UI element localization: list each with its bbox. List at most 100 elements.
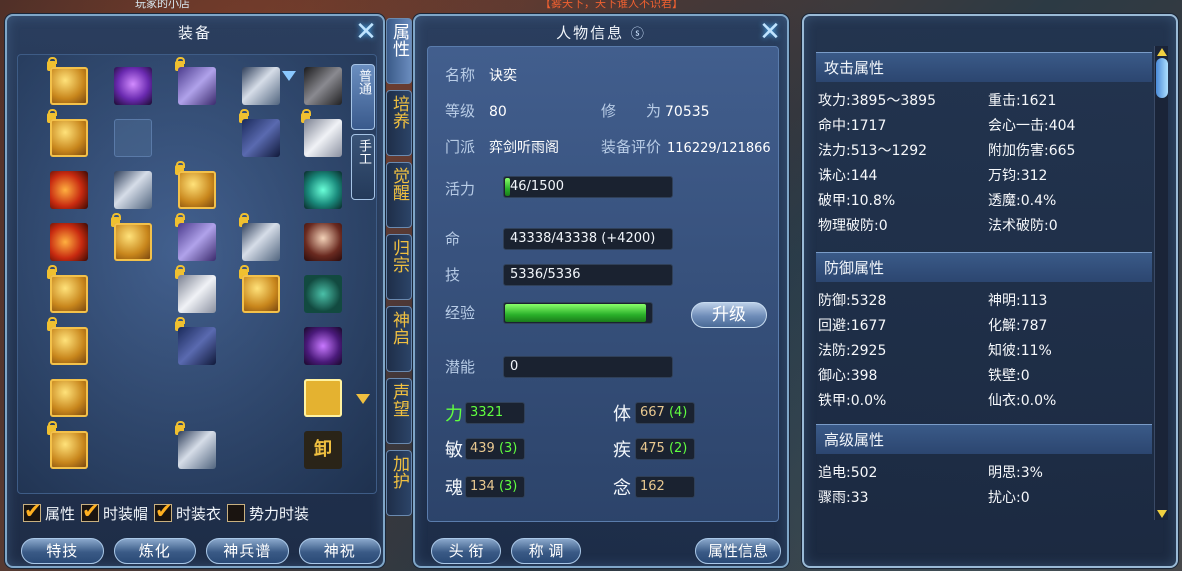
equip-slot[interactable] bbox=[301, 272, 345, 316]
tab-label: 声望 bbox=[389, 383, 409, 417]
equip-slot[interactable] bbox=[301, 64, 345, 108]
tab-reputation[interactable]: 声望 bbox=[386, 378, 412, 444]
equip-slot[interactable] bbox=[175, 213, 219, 264]
equip-slot[interactable] bbox=[239, 109, 283, 160]
strength-label: 力 bbox=[445, 404, 463, 425]
tab-label: 属性 bbox=[389, 23, 409, 57]
attr-item: 破甲:10.8% bbox=[818, 193, 896, 209]
special-skill-button[interactable]: 特技 bbox=[21, 538, 104, 564]
equip-slot-empty[interactable] bbox=[111, 116, 155, 160]
world-message: 【雾天下，天下谁人不识君】 bbox=[540, 0, 683, 10]
attr-item: 会心一击:404 bbox=[988, 118, 1076, 134]
checkbox-fashion-hat[interactable]: 时装帽 bbox=[81, 499, 148, 524]
soul-label: 魂 bbox=[445, 478, 463, 499]
exp-fill bbox=[505, 304, 646, 322]
blessing-button[interactable]: 神祝 bbox=[298, 538, 381, 564]
equip-slot[interactable] bbox=[111, 168, 155, 212]
potential-bar: 0 bbox=[503, 356, 673, 378]
scroll-thumb[interactable] bbox=[1156, 58, 1168, 98]
scroll-down-icon[interactable] bbox=[356, 394, 370, 404]
tab-label: 归宗 bbox=[389, 239, 409, 273]
checkbox-faction-fashion[interactable]: 势力时装 bbox=[227, 503, 309, 524]
skill-label: 技 bbox=[445, 266, 461, 284]
equip-slot[interactable] bbox=[301, 220, 345, 264]
weapon-catalog-button[interactable]: 神兵谱 bbox=[206, 538, 289, 564]
nickname-button[interactable]: 称 调 bbox=[511, 538, 581, 564]
equip-slot[interactable] bbox=[239, 265, 283, 316]
equip-slot[interactable] bbox=[301, 168, 345, 212]
shop-label: 玩家的小店 bbox=[135, 0, 190, 10]
exp-bar bbox=[503, 302, 653, 324]
tab-return-sect[interactable]: 归宗 bbox=[386, 234, 412, 300]
attr-item: 仙衣:0.0% bbox=[988, 393, 1057, 409]
scroll-up-icon[interactable] bbox=[1157, 48, 1167, 56]
checkbox-box[interactable] bbox=[227, 504, 246, 522]
tab-normal[interactable]: 普通 bbox=[351, 64, 375, 130]
title-button[interactable]: 头 衔 bbox=[431, 538, 501, 564]
tab-label: 觉醒 bbox=[389, 167, 409, 201]
unequip-slot[interactable]: 卸 bbox=[301, 428, 345, 472]
tab-cultivate[interactable]: 培养 bbox=[386, 90, 412, 156]
dropdown-arrow-icon[interactable] bbox=[282, 71, 296, 81]
display-options: 属性 时装帽 时装衣 势力时装 bbox=[23, 499, 383, 524]
equip-slot[interactable] bbox=[175, 265, 219, 316]
sect-value: 弈剑听雨阁 bbox=[489, 140, 560, 156]
checkbox-fashion-clothes[interactable]: 时装衣 bbox=[154, 499, 221, 524]
equip-slot[interactable] bbox=[111, 213, 155, 264]
info-close-icon[interactable]: ✕ bbox=[757, 19, 783, 46]
attr-item: 法术破防:0 bbox=[988, 218, 1058, 234]
equip-slot[interactable] bbox=[239, 213, 283, 264]
switch-icon[interactable]: ⓢ bbox=[631, 27, 646, 42]
tab-awaken[interactable]: 觉醒 bbox=[386, 162, 412, 228]
equip-slot[interactable] bbox=[239, 64, 283, 108]
equip-slot[interactable] bbox=[47, 57, 91, 108]
checkbox-label: 势力时装 bbox=[249, 504, 310, 523]
checkbox-box[interactable] bbox=[81, 499, 100, 523]
character-name: 诀奕 bbox=[489, 68, 518, 84]
stat-bonus: (4) bbox=[668, 405, 688, 420]
checkbox-attributes[interactable]: 属性 bbox=[23, 499, 75, 524]
checkbox-box[interactable] bbox=[154, 499, 173, 523]
equip-slot[interactable] bbox=[111, 64, 155, 108]
equip-slot[interactable] bbox=[47, 421, 91, 472]
equip-slot[interactable] bbox=[47, 220, 91, 264]
attr-item: 物理破防:0 bbox=[818, 218, 888, 234]
equip-slot[interactable] bbox=[175, 317, 219, 368]
scroll-down-icon[interactable] bbox=[1157, 510, 1167, 518]
equip-slot[interactable] bbox=[175, 161, 219, 212]
equip-slot[interactable] bbox=[47, 376, 91, 420]
rating-value: 116229/121866 bbox=[667, 141, 771, 156]
attr-item: 御心:398 bbox=[818, 368, 878, 384]
tab-label: 培养 bbox=[389, 95, 409, 129]
equip-slot[interactable] bbox=[47, 265, 91, 316]
tab-handmade[interactable]: 手工 bbox=[351, 134, 375, 200]
equip-close-icon[interactable]: ✕ bbox=[353, 19, 379, 46]
refine-button[interactable]: 炼化 bbox=[113, 538, 196, 564]
skill-bar: 5336/5336 bbox=[503, 264, 673, 286]
attribute-info-button[interactable]: 属性信息 bbox=[695, 538, 781, 564]
equip-slot[interactable] bbox=[175, 57, 219, 108]
info-title-text: 人物信息 bbox=[556, 24, 625, 42]
upgrade-button[interactable]: 升级 bbox=[691, 302, 767, 328]
sect-row: 门派 弈剑听雨阁 bbox=[445, 136, 559, 157]
equip-slot[interactable] bbox=[47, 109, 91, 160]
attr-item: 神明:113 bbox=[988, 293, 1048, 309]
checkbox-box[interactable] bbox=[23, 499, 42, 523]
potential-label: 潜能 bbox=[445, 358, 476, 376]
tab-attributes[interactable]: 属性 bbox=[386, 18, 412, 84]
stat-number: 3321 bbox=[470, 405, 504, 420]
equip-slot[interactable] bbox=[301, 109, 345, 160]
equip-slot[interactable] bbox=[301, 324, 345, 368]
equip-slot[interactable] bbox=[175, 421, 219, 472]
tab-label: 神启 bbox=[389, 311, 409, 345]
attr-item: 扰心:0 bbox=[988, 490, 1030, 506]
tab-divine-inspire[interactable]: 神启 bbox=[386, 306, 412, 372]
mind-value: 162 bbox=[635, 476, 695, 498]
equip-slot[interactable] bbox=[47, 168, 91, 212]
attr-item: 化解:787 bbox=[988, 318, 1048, 334]
tab-protection[interactable]: 加护 bbox=[386, 450, 412, 516]
attribute-scrollbar[interactable] bbox=[1154, 46, 1168, 520]
attr-item: 铁甲:0.0% bbox=[818, 393, 887, 409]
equip-slot[interactable] bbox=[47, 317, 91, 368]
equip-slot[interactable] bbox=[301, 376, 345, 420]
